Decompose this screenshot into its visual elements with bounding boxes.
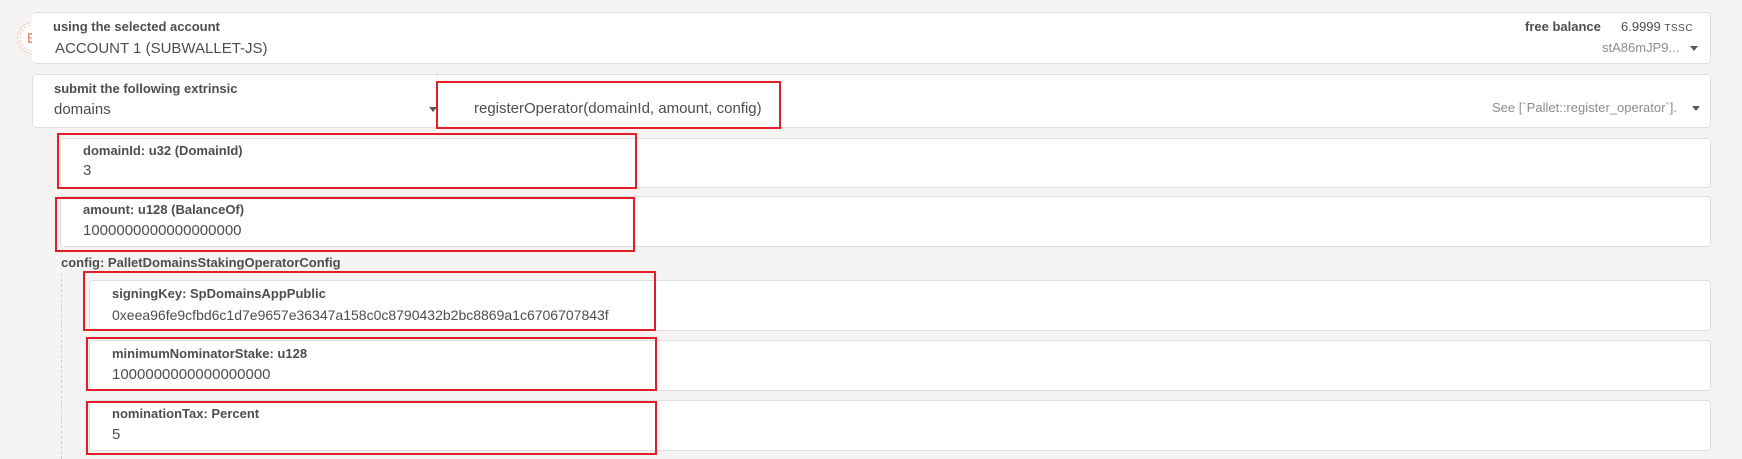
chevron-down-icon: [429, 107, 437, 112]
account-name: ACCOUNT 1 (SUBWALLET-JS): [55, 40, 268, 57]
free-balance-label: free balance: [1525, 19, 1601, 34]
method-dropdown[interactable]: registerOperator(domainId, amount, confi…: [437, 75, 1711, 127]
amount-field[interactable]: amount: u128 (BalanceOf) 100000000000000…: [60, 196, 1711, 247]
domain-id-label: domainId: u32 (DomainId): [83, 143, 243, 158]
free-balance-unit: TSSC: [1664, 23, 1694, 34]
signing-key-label: signingKey: SpDomainsAppPublic: [112, 286, 326, 301]
chevron-down-icon: [1692, 106, 1700, 111]
signing-key-input[interactable]: 0xeea96fe9cfbd6c1d7e9657e36347a158c0c879…: [112, 307, 609, 323]
section-value: domains: [54, 101, 111, 118]
domain-id-input[interactable]: 3: [83, 162, 91, 179]
nomination-tax-input[interactable]: 5: [112, 426, 120, 443]
nomination-tax-field[interactable]: nominationTax: Percent 5: [89, 400, 1711, 451]
method-value: registerOperator(domainId, amount, confi…: [474, 100, 762, 117]
config-label: config: PalletDomainsStakingOperatorConf…: [61, 255, 341, 270]
account-address: stA86mJP9...: [1602, 40, 1680, 55]
amount-label: amount: u128 (BalanceOf): [83, 202, 245, 217]
section-dropdown[interactable]: domains: [33, 75, 437, 127]
method-doc: See [`Pallet::register_operator`].: [1492, 100, 1677, 115]
chevron-down-icon[interactable]: [1690, 46, 1698, 51]
min-nominator-stake-input[interactable]: 1000000000000000000: [112, 366, 271, 383]
domain-id-field[interactable]: domainId: u32 (DomainId) 3: [60, 138, 1711, 188]
free-balance-value: 6.9999 TSSC: [1621, 19, 1694, 34]
amount-input[interactable]: 1000000000000000000: [83, 222, 242, 239]
min-nominator-stake-label: minimumNominatorStake: u128: [112, 346, 308, 361]
signing-key-field[interactable]: signingKey: SpDomainsAppPublic 0xeea96fe…: [89, 280, 1711, 331]
extrinsic-selector: submit the following extrinsic domains r…: [32, 74, 1711, 128]
config-guide-line: [61, 274, 62, 459]
account-label: using the selected account: [53, 19, 220, 34]
account-selector[interactable]: using the selected account ACCOUNT 1 (SU…: [32, 12, 1711, 64]
nomination-tax-label: nominationTax: Percent: [112, 406, 260, 421]
min-nominator-stake-field[interactable]: minimumNominatorStake: u128 100000000000…: [89, 340, 1711, 391]
